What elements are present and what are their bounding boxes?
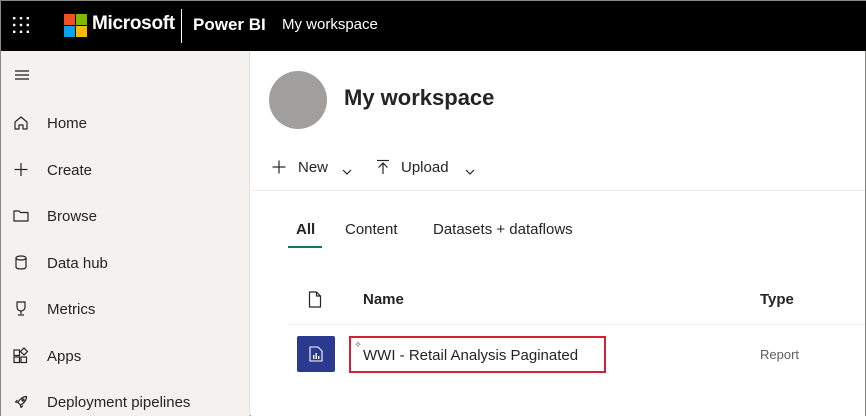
microsoft-logo-icon [64, 14, 87, 37]
sidebar-item-label: Apps [47, 348, 82, 365]
sidebar-item-data-hub[interactable]: Data hub [1, 243, 249, 283]
report-type: Report [760, 347, 800, 362]
tab-datasets-dataflows[interactable]: Datasets + dataflows [433, 221, 573, 238]
plus-icon [12, 161, 30, 179]
workspace-breadcrumb[interactable]: My workspace [282, 16, 378, 33]
apps-icon [12, 347, 30, 365]
sidebar-item-deployment-pipelines[interactable]: Deployment pipelines [1, 382, 249, 416]
sidebar-item-metrics[interactable]: Metrics [1, 289, 249, 329]
column-header-type[interactable]: Type [760, 291, 794, 308]
page-title: My workspace [344, 85, 495, 110]
report-name: WWI - Retail Analysis Paginated [363, 347, 579, 364]
brand-divider [181, 9, 182, 43]
active-tab-indicator [288, 246, 322, 248]
new-item-sparkle-icon: ⟡ [355, 339, 361, 349]
toolbar-divider [251, 190, 865, 191]
sidebar-item-label: Home [47, 115, 88, 132]
tab-all[interactable]: All [296, 221, 315, 238]
app-launcher-icon[interactable] [11, 15, 31, 35]
database-icon [12, 254, 30, 272]
file-type-icon [308, 291, 322, 308]
report-icon [297, 336, 335, 372]
upload-button-label: Upload [401, 159, 449, 176]
sidebar-item-home[interactable]: Home [1, 103, 249, 143]
sidebar-item-label: Data hub [47, 255, 108, 272]
chevron-down-icon [465, 163, 475, 175]
hamburger-menu-icon[interactable] [13, 67, 33, 83]
sidebar-item-label: Deployment pipelines [47, 394, 191, 411]
upload-icon [375, 159, 391, 175]
folder-icon [12, 207, 30, 225]
sidebar-item-label: Create [47, 162, 93, 179]
header-row-divider [288, 324, 865, 325]
sidebar-item-create[interactable]: Create [1, 150, 249, 190]
new-button-label: New [298, 159, 329, 176]
sidebar: Home Create Browse Data hub Metrics Apps [1, 51, 250, 416]
product-name[interactable]: Power BI [193, 15, 266, 35]
rocket-icon [12, 393, 30, 411]
plus-icon [271, 159, 287, 175]
workspace-avatar [269, 71, 327, 129]
trophy-icon [12, 300, 30, 318]
tab-content[interactable]: Content [345, 221, 398, 238]
microsoft-brand: Microsoft [92, 13, 175, 34]
sidebar-item-label: Metrics [47, 301, 96, 318]
chevron-down-icon [342, 163, 352, 175]
sidebar-item-apps[interactable]: Apps [1, 336, 249, 376]
top-bar: Microsoft Power BI My workspace [1, 1, 866, 51]
main-content: My workspace New Upload All Content Data… [251, 51, 865, 416]
report-name-link[interactable]: ⟡ WWI - Retail Analysis Paginated [349, 336, 606, 373]
home-icon [12, 114, 30, 132]
sidebar-item-browse[interactable]: Browse [1, 196, 249, 236]
sidebar-item-label: Browse [47, 208, 98, 225]
upload-button[interactable]: Upload [375, 156, 479, 180]
column-header-name[interactable]: Name [363, 291, 404, 308]
new-button[interactable]: New [271, 156, 357, 180]
